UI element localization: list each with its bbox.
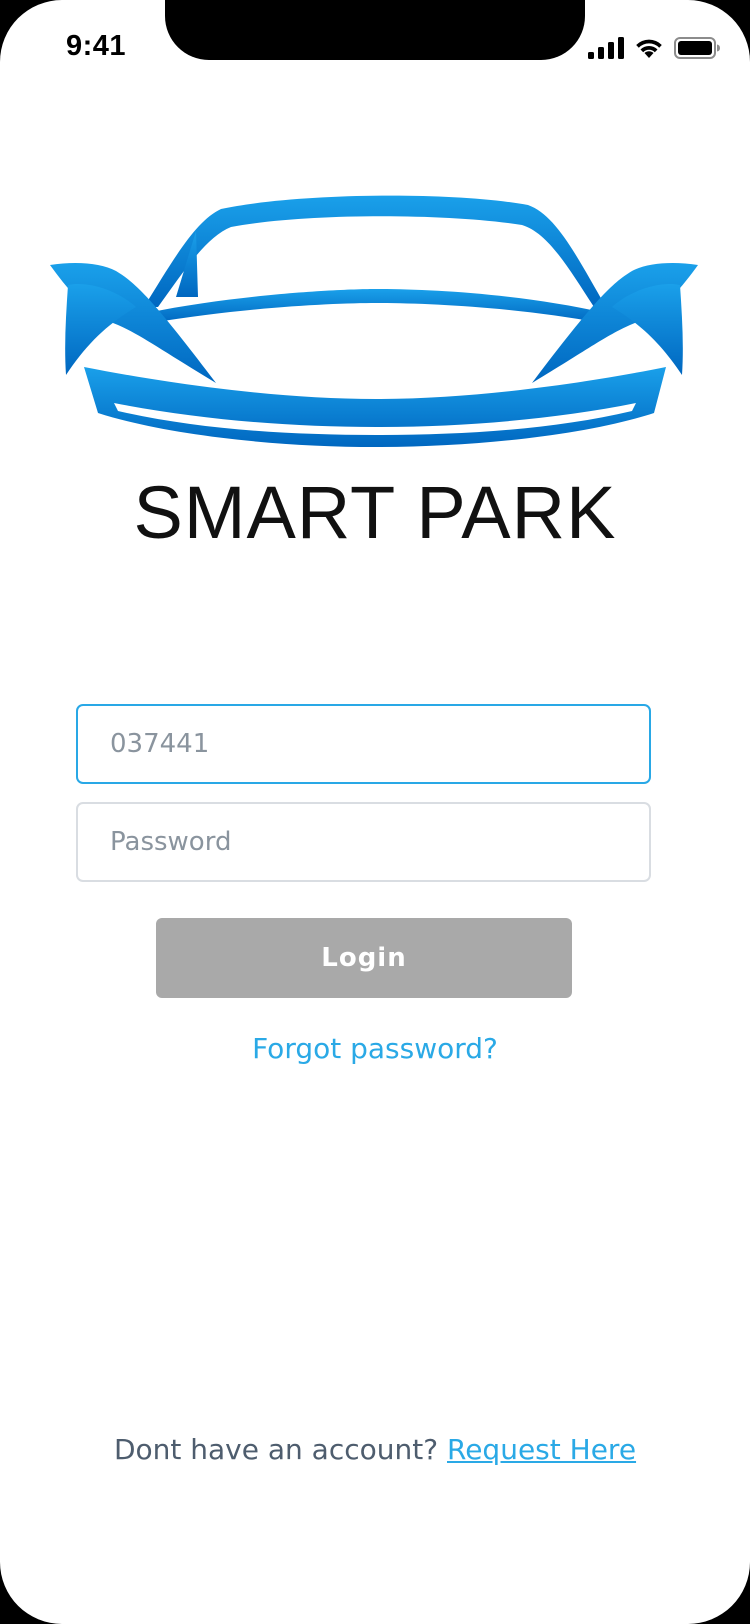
status-icons [588,34,720,62]
signup-prompt: Dont have an account? Request Here [0,1433,750,1466]
request-account-link[interactable]: Request Here [447,1433,636,1466]
login-screen: 9:41 SMART PARK 037441 Login Forgot pass… [0,0,750,1624]
signup-prompt-text: Dont have an account? [113,1433,447,1466]
password-input[interactable] [78,804,649,880]
status-bar: 9:41 [0,0,750,96]
password-field[interactable] [76,802,651,882]
cellular-signal-icon [588,37,624,59]
device-notch [165,0,585,60]
login-button[interactable]: Login [156,918,572,998]
status-time: 9:41 [66,30,127,62]
wifi-icon [634,37,664,59]
brand-name: SMART PARK [133,471,617,554]
battery-icon [674,37,720,59]
forgot-password-link[interactable]: Forgot password? [0,1032,750,1065]
company-id-field[interactable] [76,704,651,784]
company-id-input[interactable] [78,706,649,782]
